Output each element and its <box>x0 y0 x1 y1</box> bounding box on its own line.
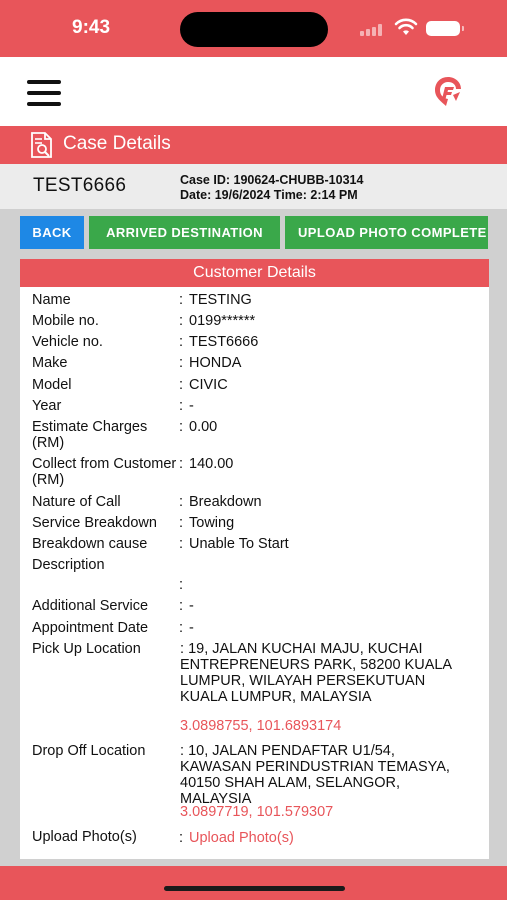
breakdown-cause-value: Unable To Start <box>189 536 289 552</box>
estimate-charges-value: 0.00 <box>189 419 218 435</box>
row-colon: : <box>179 334 184 350</box>
description-label: Description <box>32 557 105 573</box>
bottom-bar <box>0 866 507 900</box>
additional-service-label: Additional Service <box>32 598 149 614</box>
row-colon: : <box>179 830 184 846</box>
row-colon: : <box>179 494 184 510</box>
additional-service-value: - <box>189 598 194 614</box>
upload-photos-label: Upload Photo(s) <box>32 829 137 845</box>
case-meta: Case ID: 190624-CHUBB-10314 Date: 19/6/2… <box>180 173 363 203</box>
battery-icon <box>426 21 464 36</box>
app-header <box>0 57 507 126</box>
status-time: 9:43 <box>72 17 111 38</box>
row-colon: : <box>179 620 184 636</box>
back-button[interactable]: BACK <box>20 216 84 249</box>
customer-details-title: Customer Details <box>20 259 489 287</box>
name-label: Name <box>32 292 71 308</box>
dropoff-address: : 10, JALAN PENDAFTAR U1/54, KAWASAN PER… <box>180 743 450 807</box>
app-logo-icon <box>435 77 461 106</box>
row-colon: : <box>179 377 184 393</box>
year-value: - <box>189 398 194 414</box>
case-vehicle-number: TEST6666 <box>33 175 127 196</box>
row-colon: : <box>179 515 184 531</box>
cellular-signal-icon <box>360 24 384 36</box>
model-value: CIVIC <box>189 377 228 393</box>
pickup-address: : 19, JALAN KUCHAI MAJU, KUCHAI ENTREPRE… <box>180 641 452 705</box>
row-colon: : <box>179 419 184 435</box>
dynamic-island <box>180 12 328 47</box>
vehicle-value: TEST6666 <box>189 334 259 350</box>
document-search-icon <box>31 132 52 158</box>
dropoff-coordinates[interactable]: 3.0897719, 101.579307 <box>180 804 333 820</box>
year-label: Year <box>32 398 62 414</box>
service-breakdown-value: Towing <box>189 515 235 531</box>
pickup-location-label: Pick Up Location <box>32 641 141 657</box>
upload-photos-link[interactable]: Upload Photo(s) <box>189 830 294 846</box>
wifi-icon <box>394 18 418 35</box>
collect-amount-value: 140.00 <box>189 456 234 472</box>
mobile-label: Mobile no. <box>32 313 99 329</box>
row-colon: : <box>179 355 184 371</box>
nature-of-call-label: Nature of Call <box>32 494 121 510</box>
status-icons <box>360 18 470 38</box>
appointment-date-label: Appointment Date <box>32 620 149 636</box>
estimate-charges-label: Estimate Charges (RM) <box>32 419 148 451</box>
hamburger-menu-icon[interactable] <box>27 80 61 106</box>
collect-amount-label: Collect from Customer (RM) <box>32 456 177 488</box>
breakdown-cause-label: Breakdown cause <box>32 536 148 552</box>
row-colon: : <box>179 313 184 329</box>
row-colon: : <box>179 398 184 414</box>
service-breakdown-label: Service Breakdown <box>32 515 157 531</box>
dropoff-location-label: Drop Off Location <box>32 743 146 759</box>
pickup-coordinates[interactable]: 3.0898755, 101.6893174 <box>180 718 341 734</box>
vehicle-label: Vehicle no. <box>32 334 103 350</box>
mobile-value: 0199****** <box>189 313 256 329</box>
arrived-destination-button[interactable]: ARRIVED DESTINATION <box>89 216 280 249</box>
make-value: HONDA <box>189 355 242 371</box>
upload-photo-complete-button[interactable]: UPLOAD PHOTO COMPLETE <box>285 216 488 249</box>
row-colon: : <box>179 292 184 308</box>
model-label: Model <box>32 377 72 393</box>
row-colon: : <box>179 577 184 593</box>
case-datetime: Date: 19/6/2024 Time: 2:14 PM <box>180 188 358 202</box>
make-label: Make <box>32 355 68 371</box>
nature-of-call-value: Breakdown <box>189 494 262 510</box>
row-colon: : <box>179 456 184 472</box>
row-colon: : <box>179 598 184 614</box>
home-indicator <box>164 886 345 891</box>
row-colon: : <box>179 536 184 552</box>
appointment-date-value: - <box>189 620 194 636</box>
case-id: Case ID: 190624-CHUBB-10314 <box>180 173 364 187</box>
page-title: Case Details <box>63 133 171 154</box>
name-value: TESTING <box>189 292 252 308</box>
